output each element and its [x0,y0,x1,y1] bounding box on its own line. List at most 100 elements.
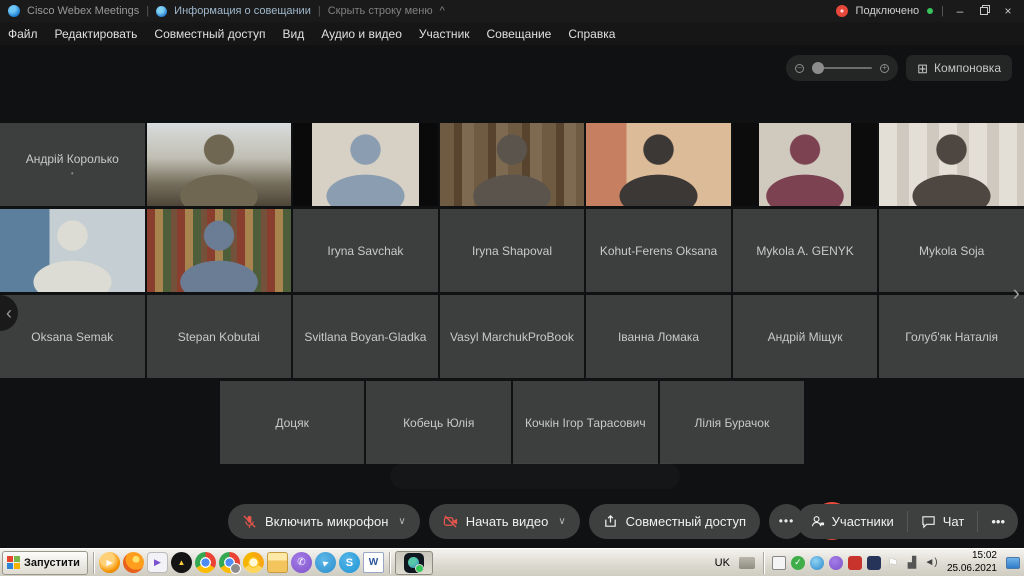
viber-icon[interactable] [291,552,312,573]
tray-messenger-icon[interactable] [867,556,881,570]
skype-icon[interactable] [339,552,360,573]
menu-item-3[interactable]: Совместный доступ [154,27,265,41]
participant-tile[interactable]: Голуб'як Наталія [879,295,1024,378]
explorer-icon[interactable] [267,552,288,573]
tray-volume-icon[interactable]: ◄) [924,556,938,570]
participant-tile[interactable]: Mykola Soja [879,209,1024,292]
chrome-badge-icon[interactable] [219,552,240,573]
video-tile-woman-blue[interactable] [586,123,731,206]
camera-off-icon [443,514,458,529]
grid-row-2: Iryna SavchakIryna ShapovalKohut-Ferens … [0,209,1024,292]
tray-viber-icon[interactable] [829,556,843,570]
share-content-button[interactable]: Совместный доступ [589,504,760,539]
participant-indicator-icon: • [71,169,74,178]
menu-item-2[interactable]: Редактировать [55,27,138,41]
menu-item-7[interactable]: Совещание [487,27,552,41]
minimize-button[interactable]: – [952,4,968,18]
app-title: Cisco Webex Meetings [27,5,139,17]
language-indicator[interactable]: UK [711,555,734,571]
chevron-down-icon[interactable]: ∨ [398,516,405,527]
participant-tile[interactable]: Stepan Kobutai [147,295,292,378]
video-tile-woman-plaid[interactable] [733,123,878,206]
participants-button[interactable]: Участники [797,511,907,532]
chat-button[interactable]: Чат [907,511,978,532]
input-indicator-icon[interactable] [739,557,755,569]
clock-time: 15:02 [972,550,997,561]
unmute-button-label: Включить микрофон [265,514,388,529]
video-tile-man-books[interactable] [147,209,292,292]
participant-tile[interactable]: Iryna Savchak [293,209,438,292]
layout-button-label: Компоновка [934,61,1001,75]
tray-browser-icon[interactable] [810,556,824,570]
participant-tile[interactable]: Iryna Shapoval [440,209,585,292]
show-desktop-button[interactable] [1006,557,1020,569]
aimp-icon[interactable] [171,552,192,573]
video-tile-man-polo[interactable] [0,209,145,292]
chrome-icon[interactable] [195,552,216,573]
close-button[interactable]: × [1000,4,1016,18]
tray-clipboard-icon[interactable] [772,556,786,570]
start-video-button[interactable]: Начать видео ∨ [429,504,580,539]
participants-icon [810,514,825,529]
participant-tile[interactable]: Кочкін Ігор Тарасович [513,381,658,464]
kmplayer-icon[interactable] [147,552,168,573]
unmute-button[interactable]: Включить микрофон ∨ [228,504,420,539]
zoom-track[interactable] [812,67,872,69]
participant-tile[interactable]: Лілія Бурачок [660,381,805,464]
webex-window: Cisco Webex Meetings | Информация о сове… [0,0,1024,576]
zoom-knob[interactable] [812,62,824,74]
participant-name: Доцяк [269,416,315,430]
participant-name: Голуб'як Наталія [899,330,1004,344]
more-panels-button[interactable]: ••• [977,511,1018,532]
participant-tile[interactable]: Андрій Міщук [733,295,878,378]
canary-icon[interactable] [243,552,264,573]
chat-icon [921,514,936,529]
start-button-label: Запустити [24,557,80,569]
tray-flag-icon[interactable]: ⚑ [886,556,900,570]
restore-button[interactable] [976,4,992,18]
menu-item-6[interactable]: Участник [419,27,470,41]
video-tile-woman-curtains[interactable] [879,123,1024,206]
menu-item-8[interactable]: Справка [568,27,615,41]
participant-tile[interactable]: Vasyl MarchukProBook [440,295,585,378]
participant-tile[interactable]: Андрій Королько• [0,123,145,206]
video-tile-bald-man[interactable] [293,123,438,206]
tray-shield-check-icon[interactable] [791,556,805,570]
video-tile-books-beard[interactable] [440,123,585,206]
meeting-stage: – + ⊞ Компоновка Андрій Королько•Iryna S… [0,45,1024,548]
zoom-in-icon[interactable]: + [880,64,889,73]
menu-item-4[interactable]: Вид [283,27,305,41]
zoom-slider[interactable]: – + [786,55,898,81]
quick-launch [99,552,384,573]
participant-tile[interactable]: Іванна Ломака [586,295,731,378]
share-icon [603,514,618,529]
meeting-info-link[interactable]: Информация о совещании [174,5,311,17]
clock[interactable]: 15:02 25.06.2021 [943,550,1001,575]
video-tile-man-desk[interactable] [147,123,292,206]
menu-item-1[interactable]: Файл [8,27,38,41]
tray-guard-icon[interactable] [848,556,862,570]
participant-tile[interactable]: Oksana Semak [0,295,145,378]
menu-item-5[interactable]: Аудио и видео [321,27,402,41]
participant-tile[interactable]: Mykola A. GENYK [733,209,878,292]
running-app-webex[interactable] [395,551,433,575]
chevron-down-icon[interactable]: ∨ [558,516,565,527]
word-icon[interactable] [363,552,384,573]
participant-tile[interactable]: Kohut-Ferens Oksana [586,209,731,292]
firefox-icon[interactable] [123,552,144,573]
telegram-icon[interactable] [315,552,336,573]
participant-tile[interactable]: Доцяк [220,381,365,464]
next-page-button[interactable]: › [1013,282,1020,304]
zoom-out-icon[interactable]: – [795,64,804,73]
hide-menu-link[interactable]: Скрыть строку меню [328,5,433,17]
title-bar: Cisco Webex Meetings | Информация о сове… [0,0,1024,22]
start-button[interactable]: Запустити [2,551,88,575]
participant-tile[interactable]: Кобець Юлія [366,381,511,464]
participant-name: Андрій Міщук [762,330,849,344]
tray-icons: ⚑ ▟ ◄) [772,556,938,570]
layout-button[interactable]: ⊞ Компоновка [906,55,1012,81]
grid-layout-icon: ⊞ [917,62,928,75]
participant-tile[interactable]: Svitlana Boyan-Gladka [293,295,438,378]
wmp-icon[interactable] [99,552,120,573]
tray-network-icon[interactable]: ▟ [905,556,919,570]
